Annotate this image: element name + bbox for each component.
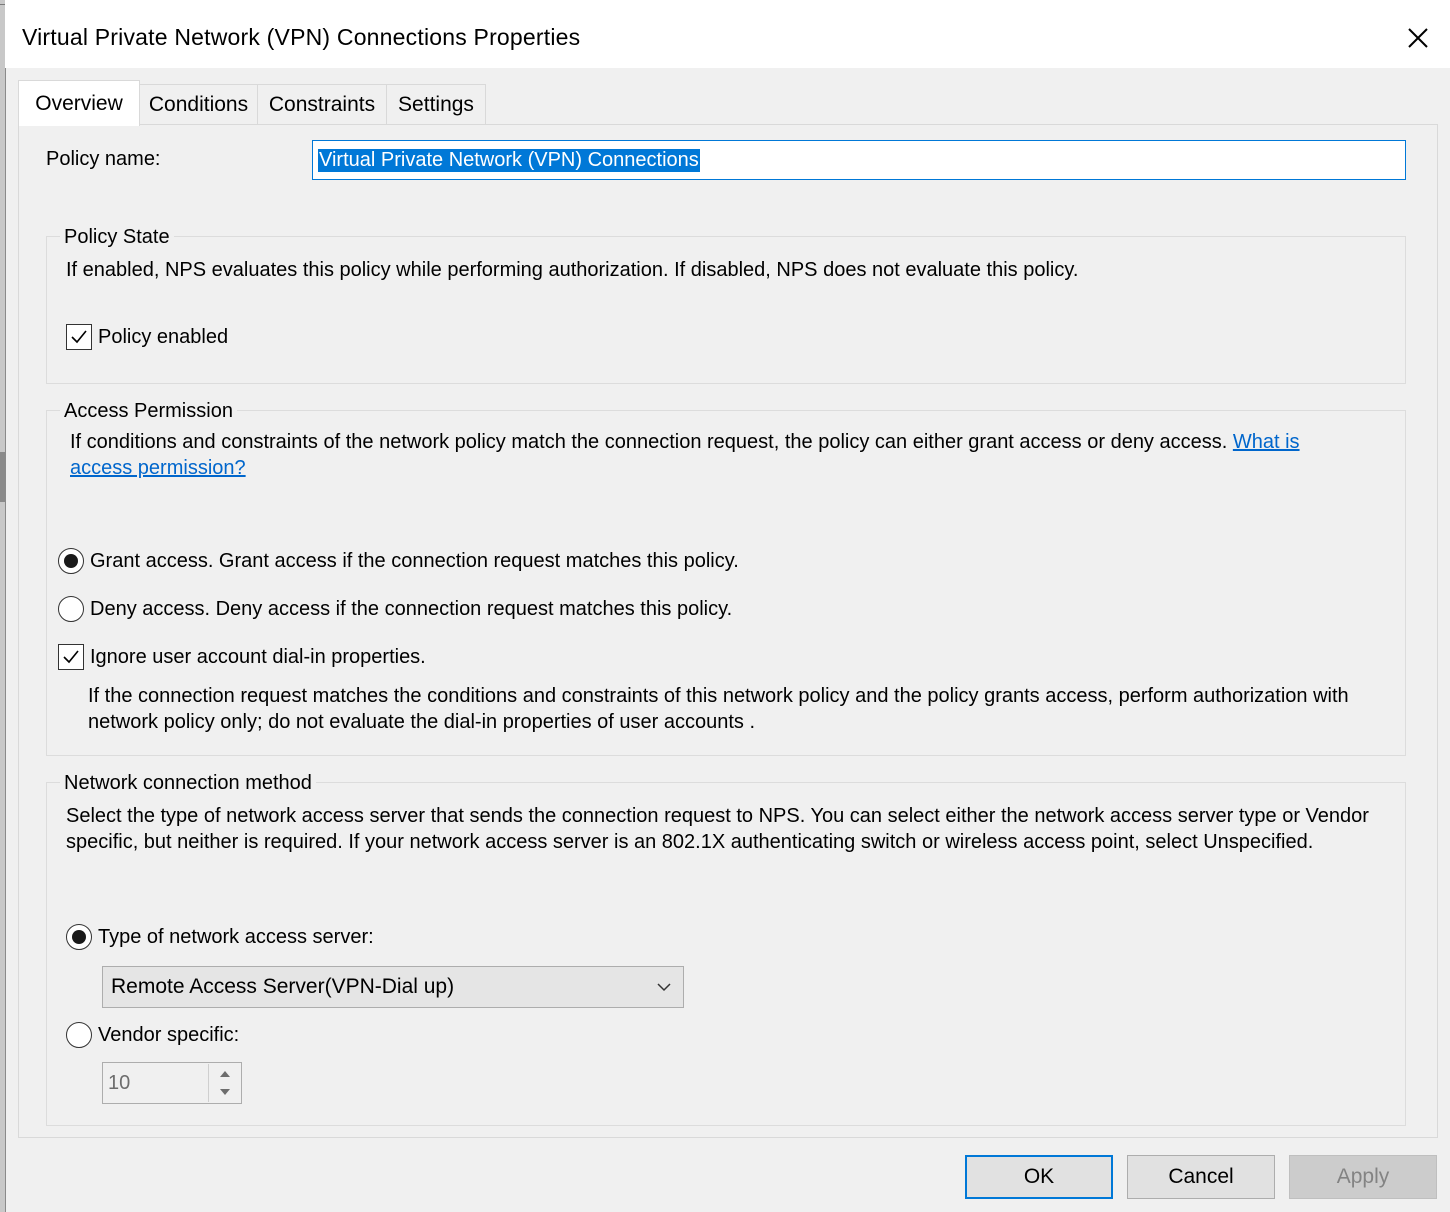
nas-type-radio[interactable]	[66, 924, 92, 950]
grant-access-radio[interactable]	[58, 548, 84, 574]
policy-name-input[interactable]: Virtual Private Network (VPN) Connection…	[312, 140, 1406, 180]
ignore-dialin-checkbox[interactable]	[58, 644, 84, 670]
vendor-specific-value: 10	[108, 1071, 131, 1094]
tab-constraints[interactable]: Constraints	[257, 84, 387, 124]
network-method-description: Select the type of network access server…	[66, 805, 1369, 853]
deny-access-radio[interactable]	[58, 596, 84, 622]
close-icon	[1408, 28, 1428, 48]
policy-enabled-label: Policy enabled	[98, 326, 229, 348]
access-permission-title: Access Permission	[60, 400, 237, 423]
grant-access-label: Grant access. Grant access if the connec…	[90, 550, 739, 572]
radio-selected-dot	[64, 554, 78, 568]
tab-overview[interactable]: Overview	[18, 80, 140, 126]
cancel-button[interactable]: Cancel	[1127, 1155, 1275, 1199]
checkmark-icon	[71, 330, 87, 344]
tab-settings[interactable]: Settings	[386, 84, 486, 124]
policy-name-label: Policy name:	[46, 148, 161, 170]
ignore-dialin-description: If the connection request matches the co…	[88, 685, 1349, 733]
radio-selected-dot	[72, 930, 86, 944]
vendor-specific-label: Vendor specific:	[98, 1024, 240, 1046]
nas-type-dropdown[interactable]: Remote Access Server(VPN-Dial up)	[102, 966, 684, 1008]
nas-type-value: Remote Access Server(VPN-Dial up)	[111, 975, 455, 998]
policy-name-value: Virtual Private Network (VPN) Connection…	[318, 148, 700, 172]
policy-enabled-checkbox[interactable]	[66, 324, 92, 350]
checkmark-icon	[63, 650, 79, 664]
apply-button[interactable]: Apply	[1289, 1155, 1437, 1199]
access-permission-description: If conditions and constraints of the net…	[70, 429, 1310, 481]
close-button[interactable]	[1396, 16, 1440, 60]
spin-down-button[interactable]	[209, 1083, 241, 1102]
tab-conditions[interactable]: Conditions	[139, 84, 258, 124]
caret-down-icon	[220, 1089, 230, 1095]
deny-access-label: Deny access. Deny access if the connecti…	[90, 598, 733, 620]
caret-up-icon	[220, 1071, 230, 1077]
network-method-title: Network connection method	[60, 772, 316, 795]
spin-up-button[interactable]	[209, 1064, 241, 1083]
spinner-buttons	[208, 1064, 240, 1102]
policy-state-title: Policy State	[60, 226, 174, 249]
ok-button[interactable]: OK	[965, 1155, 1113, 1199]
nas-type-label: Type of network access server:	[98, 926, 374, 948]
policy-state-description: If enabled, NPS evaluates this policy wh…	[66, 259, 1079, 281]
vendor-specific-radio[interactable]	[66, 1022, 92, 1048]
window-title: Virtual Private Network (VPN) Connection…	[22, 24, 581, 50]
ignore-dialin-label: Ignore user account dial-in properties.	[90, 646, 426, 668]
chevron-down-icon	[657, 983, 671, 992]
access-permission-text: If conditions and constraints of the net…	[70, 431, 1228, 453]
